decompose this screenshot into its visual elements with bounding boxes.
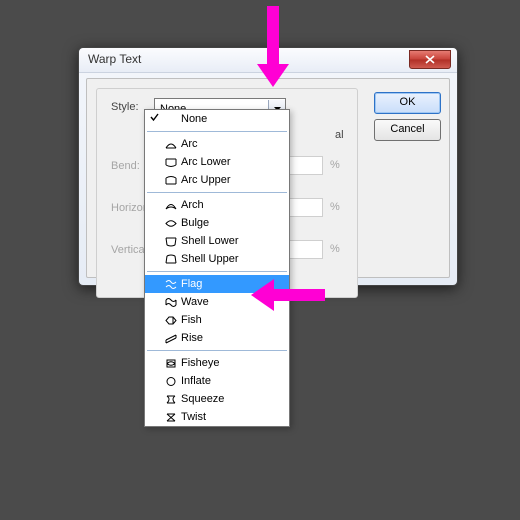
bulge-icon bbox=[165, 218, 177, 229]
vertical-suffix: al bbox=[335, 129, 344, 141]
bend-label: Bend: bbox=[111, 160, 140, 172]
shellupper-icon bbox=[165, 254, 177, 265]
style-dropdown[interactable]: None Arc Arc Lower Arc Upper Arch Bulge Shell … bbox=[144, 109, 290, 427]
dropdown-item-arc[interactable]: Arc bbox=[145, 135, 289, 153]
dropdown-item-label: Arc Lower bbox=[181, 156, 231, 168]
fish-icon bbox=[165, 315, 177, 326]
dropdown-item-label: Rise bbox=[181, 332, 203, 344]
arcupper-icon bbox=[165, 175, 177, 186]
style-label: Style: bbox=[111, 101, 139, 113]
dropdown-item-label: Fish bbox=[181, 314, 202, 326]
dropdown-separator bbox=[147, 350, 287, 351]
close-button[interactable] bbox=[409, 50, 451, 69]
dropdown-item-label: Inflate bbox=[181, 375, 211, 387]
inflate-icon bbox=[165, 376, 177, 387]
dropdown-item-label: Arc bbox=[181, 138, 198, 150]
vdist-percent: % bbox=[330, 243, 340, 255]
dropdown-item-rise[interactable]: Rise bbox=[145, 329, 289, 347]
dropdown-separator bbox=[147, 131, 287, 132]
ok-button[interactable]: OK bbox=[374, 92, 441, 114]
dropdown-item-squeeze[interactable]: Squeeze bbox=[145, 390, 289, 408]
hdist-percent: % bbox=[330, 201, 340, 213]
dropdown-item-label: Flag bbox=[181, 278, 202, 290]
dropdown-item-label: Shell Lower bbox=[181, 235, 238, 247]
dropdown-item-label: Squeeze bbox=[181, 393, 224, 405]
dropdown-item-none[interactable]: None bbox=[145, 110, 289, 128]
dropdown-item-label: Bulge bbox=[181, 217, 209, 229]
arclower-icon bbox=[165, 157, 177, 168]
dialog-title: Warp Text bbox=[88, 52, 141, 66]
wave-icon bbox=[165, 297, 177, 308]
check-icon bbox=[150, 113, 159, 122]
squeeze-icon bbox=[165, 394, 177, 405]
fisheye-icon bbox=[165, 358, 177, 369]
dropdown-item-label: Arc Upper bbox=[181, 174, 231, 186]
close-icon bbox=[425, 55, 435, 64]
dropdown-item-label: Fisheye bbox=[181, 357, 220, 369]
arch-icon bbox=[165, 200, 177, 211]
dropdown-item-arc-upper[interactable]: Arc Upper bbox=[145, 171, 289, 189]
cancel-button[interactable]: Cancel bbox=[374, 119, 441, 141]
dropdown-item-label: Twist bbox=[181, 411, 206, 423]
dropdown-item-fisheye[interactable]: Fisheye bbox=[145, 354, 289, 372]
bend-percent: % bbox=[330, 159, 340, 171]
dropdown-item-twist[interactable]: Twist bbox=[145, 408, 289, 426]
dropdown-item-shell-lower[interactable]: Shell Lower bbox=[145, 232, 289, 250]
dropdown-item-fish[interactable]: Fish bbox=[145, 311, 289, 329]
dropdown-item-shell-upper[interactable]: Shell Upper bbox=[145, 250, 289, 268]
dropdown-item-bulge[interactable]: Bulge bbox=[145, 214, 289, 232]
dropdown-separator bbox=[147, 271, 287, 272]
dropdown-item-arch[interactable]: Arch bbox=[145, 196, 289, 214]
flag-icon bbox=[165, 279, 177, 290]
dropdown-separator bbox=[147, 192, 287, 193]
arc-icon bbox=[165, 139, 177, 150]
dropdown-item-arc-lower[interactable]: Arc Lower bbox=[145, 153, 289, 171]
rise-icon bbox=[165, 333, 177, 344]
dropdown-item-label: Shell Upper bbox=[181, 253, 238, 265]
dropdown-item-label: Arch bbox=[181, 199, 204, 211]
twist-icon bbox=[165, 412, 177, 423]
dropdown-item-label: None bbox=[181, 113, 207, 125]
dropdown-item-inflate[interactable]: Inflate bbox=[145, 372, 289, 390]
shelllower-icon bbox=[165, 236, 177, 247]
dropdown-item-label: Wave bbox=[181, 296, 209, 308]
